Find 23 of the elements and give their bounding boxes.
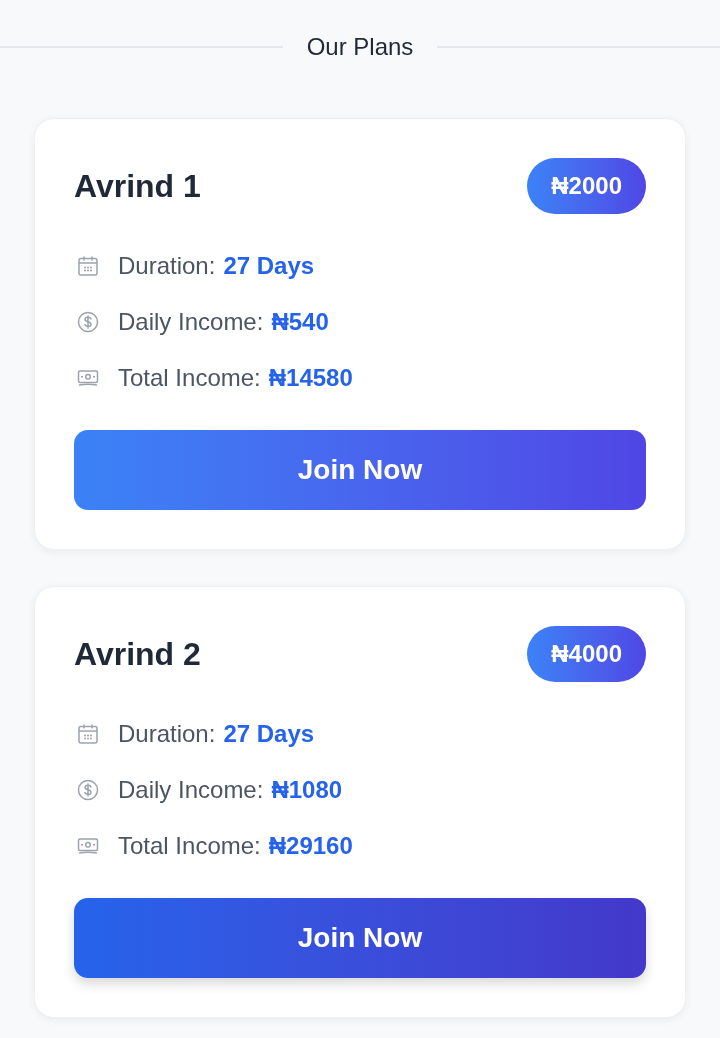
price-badge: ₦2000 xyxy=(527,158,646,214)
detail-value: ₦540 xyxy=(271,307,329,337)
detail-label: Total Income: xyxy=(118,831,261,861)
dollar-circle-icon xyxy=(76,310,100,334)
detail-value: ₦14580 xyxy=(268,363,353,393)
detail-value: 27 Days xyxy=(223,719,315,749)
join-now-button[interactable]: Join Now xyxy=(74,430,646,510)
detail-value: ₦29160 xyxy=(268,831,353,861)
plan-name: Avrind 1 xyxy=(74,167,201,206)
detail-label: Daily Income: xyxy=(118,775,264,805)
detail-label: Duration: xyxy=(118,719,216,749)
price-badge: ₦4000 xyxy=(527,626,646,682)
section-title: Our Plans xyxy=(305,32,415,62)
calendar-icon xyxy=(76,254,100,278)
detail-label: Duration: xyxy=(118,251,216,281)
detail-value: 27 Days xyxy=(223,251,315,281)
detail-label: Total Income: xyxy=(118,363,261,393)
detail-label: Daily Income: xyxy=(118,307,264,337)
join-now-button[interactable]: Join Now xyxy=(74,898,646,978)
dollar-circle-icon xyxy=(76,778,100,802)
detail-value: ₦1080 xyxy=(271,775,343,805)
calendar-icon xyxy=(76,722,100,746)
plan-name: Avrind 2 xyxy=(74,635,201,674)
